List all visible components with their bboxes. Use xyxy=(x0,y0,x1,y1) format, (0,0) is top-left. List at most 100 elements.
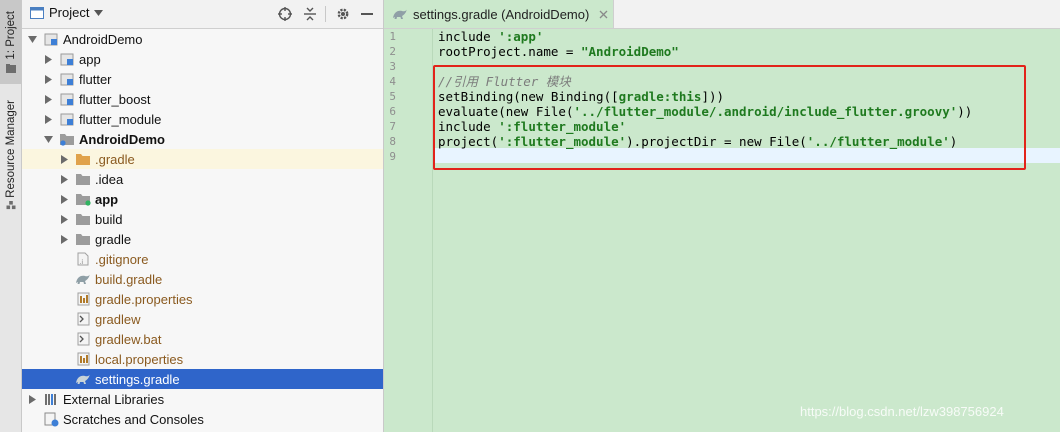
tree-item-local-properties[interactable]: local.properties xyxy=(22,349,383,369)
code-token: ])) xyxy=(701,89,725,104)
tree-item-app-folder[interactable]: app xyxy=(22,189,383,209)
collapsed-arrow-icon[interactable] xyxy=(59,214,69,224)
collapsed-arrow-icon[interactable] xyxy=(59,234,69,244)
tree-item-scratches[interactable]: Scratches and Consoles xyxy=(22,409,383,429)
tree-item-gitignore[interactable]: .i .gitignore xyxy=(22,249,383,269)
tree-item-label: flutter_boost xyxy=(79,91,151,107)
svg-text:.i: .i xyxy=(80,259,84,266)
code-editor: settings.gradle (AndroidDemo) 1 2 3 4 5 … xyxy=(384,0,1060,432)
line-number: 5 xyxy=(389,90,396,103)
code-token: rootProject.name = xyxy=(438,44,581,59)
module-icon xyxy=(43,31,59,47)
tree-item-androiddemo-folder[interactable]: AndroidDemo xyxy=(22,129,383,149)
line-number: 6 xyxy=(389,105,396,118)
code-token: "AndroidDemo" xyxy=(581,44,679,59)
tree-item-label: AndroidDemo xyxy=(79,131,165,147)
line-number: 1 xyxy=(389,30,396,43)
tree-item-build-gradle[interactable]: build.gradle xyxy=(22,269,383,289)
tree-item-label: app xyxy=(95,191,119,207)
code-line: rootProject.name = "AndroidDemo" xyxy=(438,44,679,59)
tab-settings-gradle[interactable]: settings.gradle (AndroidDemo) xyxy=(384,0,614,28)
script-icon xyxy=(75,311,91,327)
code-comment: //引用 Flutter 模块 xyxy=(438,74,571,89)
project-view-icon xyxy=(30,6,44,19)
tool-window-strip: 1: Project Resource Manager xyxy=(0,0,22,432)
tree-item-gradlew[interactable]: gradlew xyxy=(22,309,383,329)
tree-item-flutter-boost-module[interactable]: flutter_boost xyxy=(22,89,383,109)
tree-item-dot-gradle[interactable]: .gradle xyxy=(22,149,383,169)
tree-item-label: External Libraries xyxy=(63,391,165,407)
properties-icon xyxy=(75,351,91,367)
collapsed-arrow-icon[interactable] xyxy=(43,54,53,64)
collapsed-arrow-icon[interactable] xyxy=(43,94,53,104)
gradle-icon xyxy=(75,271,91,287)
line-number-gutter: 1 2 3 4 5 6 7 8 9 xyxy=(384,29,433,432)
tree-item-settings-gradle[interactable]: settings.gradle xyxy=(22,369,383,389)
collapsed-arrow-icon[interactable] xyxy=(43,74,53,84)
hide-panel-button[interactable] xyxy=(359,6,375,22)
resource-manager-tab[interactable]: Resource Manager xyxy=(0,90,21,220)
gradle-icon xyxy=(75,371,91,387)
module-icon xyxy=(59,51,75,67)
collapsed-arrow-icon[interactable] xyxy=(59,194,69,204)
code-token: '../flutter_module/.android/include_flut… xyxy=(573,104,958,119)
tree-item-label: gradle xyxy=(95,231,132,247)
resource-manager-tab-label: Resource Manager xyxy=(4,99,17,198)
code-token: setBinding( xyxy=(438,89,521,104)
tree-item-label: .gitignore xyxy=(95,251,149,267)
header-divider xyxy=(325,6,326,22)
code-token: ).projectDir = xyxy=(626,134,740,149)
folder-icon xyxy=(75,211,91,227)
collapsed-arrow-icon[interactable] xyxy=(27,394,37,404)
project-tree: AndroidDemo app flutter flutter_boost fl… xyxy=(22,29,383,432)
folder-icon xyxy=(75,191,91,207)
folder-icon xyxy=(5,63,16,73)
code-area[interactable]: include ':app' rootProject.name = "Andro… xyxy=(438,29,1060,432)
code-token: gradle:this xyxy=(618,89,702,104)
tree-item-build[interactable]: build xyxy=(22,209,383,229)
tree-item-gradle-properties[interactable]: gradle.properties xyxy=(22,289,383,309)
expanded-arrow-icon[interactable] xyxy=(43,134,53,144)
close-icon[interactable] xyxy=(599,10,608,19)
tree-item-dot-idea[interactable]: .idea xyxy=(22,169,383,189)
collapsed-arrow-icon[interactable] xyxy=(59,154,69,164)
tree-item-label: build.gradle xyxy=(95,271,163,287)
code-token: ) xyxy=(949,134,958,149)
expanded-arrow-icon[interactable] xyxy=(27,34,37,44)
tree-item-external-libraries[interactable]: External Libraries xyxy=(22,389,383,409)
tree-item-label: app xyxy=(79,51,101,67)
code-token: '../flutter_module' xyxy=(806,134,950,149)
project-tool-tab[interactable]: 1: Project xyxy=(0,0,21,84)
properties-icon xyxy=(75,291,91,307)
code-token: include xyxy=(438,119,499,134)
tree-item-app-module[interactable]: app xyxy=(22,49,383,69)
line-number: 8 xyxy=(389,135,396,148)
tree-item-flutter-module-module[interactable]: flutter_module xyxy=(22,109,383,129)
collapsed-arrow-icon[interactable] xyxy=(43,114,53,124)
tree-item-androiddemo-root[interactable]: AndroidDemo xyxy=(22,29,383,49)
locate-file-button[interactable] xyxy=(277,6,293,22)
project-view-selector[interactable]: Project xyxy=(30,5,104,20)
code-token: project( xyxy=(438,134,499,149)
tree-item-label: gradlew xyxy=(95,311,141,327)
tree-item-label: flutter xyxy=(79,71,112,87)
library-icon xyxy=(43,391,59,407)
watermark: https://blog.csdn.net/lzw398756924 xyxy=(800,404,1004,419)
collapse-all-button[interactable] xyxy=(302,6,318,22)
tree-item-flutter-module[interactable]: flutter xyxy=(22,69,383,89)
settings-button[interactable] xyxy=(335,6,351,22)
code-token: new xyxy=(520,89,544,104)
file-icon: .i xyxy=(75,251,91,267)
folder-icon xyxy=(75,151,91,167)
module-icon xyxy=(59,71,75,87)
tree-item-gradle-folder[interactable]: gradle xyxy=(22,229,383,249)
code-token: new xyxy=(505,104,529,119)
code-line: //引用 Flutter 模块 xyxy=(438,74,571,89)
code-line: include ':app' xyxy=(438,29,543,44)
tree-item-gradlew-bat[interactable]: gradlew.bat xyxy=(22,329,383,349)
project-panel-title: Project xyxy=(49,5,90,20)
collapsed-arrow-icon[interactable] xyxy=(59,174,69,184)
tree-item-label: local.properties xyxy=(95,351,184,367)
module-icon xyxy=(59,91,75,107)
folder-icon xyxy=(75,171,91,187)
